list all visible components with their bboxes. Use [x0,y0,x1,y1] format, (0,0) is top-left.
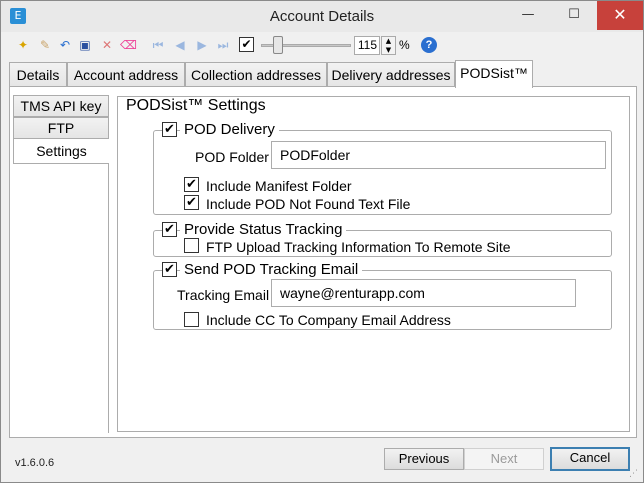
ftp-upload-label: FTP Upload Tracking Information To Remot… [206,239,511,255]
spin-down-icon[interactable]: ▼ [382,46,395,55]
tracking-email-checkbox[interactable]: ✔ [162,262,177,277]
tab-details[interactable]: Details [9,62,67,87]
title-bar: E Account Details — ☐ ✕ [1,1,643,32]
tracking-email-group-label: Send POD Tracking Email [180,261,363,278]
ftp-upload-checkbox[interactable] [184,238,199,253]
include-not-found-label: Include POD Not Found Text File [206,196,411,212]
status-tracking-checkbox[interactable]: ✔ [162,222,177,237]
toolbar: ✦ ✎ ↶ ▣ ✕ ⌫ ⏮ ◀ ▶ ⏭ ✔ 115 ▲ ▼ % ? [1,32,643,58]
next-button[interactable]: Next [464,448,544,470]
include-cc-label: Include CC To Company Email Address [206,312,451,328]
account-details-window: E Account Details — ☐ ✕ ✦ ✎ ↶ ▣ ✕ ⌫ ⏮ ◀ … [0,0,644,483]
pod-delivery-checkbox[interactable]: ✔ [162,122,177,137]
side-tab-ftp[interactable]: FTP [13,117,109,139]
pod-delivery-label: POD Delivery [180,121,279,138]
side-tab-tms-api-key[interactable]: TMS API key [13,95,109,117]
include-cc-checkbox[interactable] [184,312,199,327]
zoom-slider-thumb[interactable] [273,36,283,54]
edit-record-icon[interactable]: ✎ [37,37,53,53]
delete-icon[interactable]: ✕ [99,37,115,53]
undo-icon[interactable]: ↶ [57,37,73,53]
settings-title: PODSist™ Settings [122,97,270,115]
first-record-icon[interactable]: ⏮ [150,37,166,53]
cancel-button[interactable]: Cancel [550,447,630,471]
last-record-icon[interactable]: ⏭ [215,37,231,53]
include-manifest-label: Include Manifest Folder [206,178,352,194]
pod-folder-input[interactable]: PODFolder [271,141,606,169]
eraser-icon[interactable]: ⌫ [120,37,137,53]
previous-record-icon[interactable]: ◀ [172,37,188,53]
status-tracking-label: Provide Status Tracking [180,221,347,238]
tracking-email-label: Tracking Email [177,287,270,303]
spin-up-icon[interactable]: ▲ [382,37,395,46]
pod-folder-label: POD Folder [195,149,269,165]
zoom-unit: % [399,38,410,52]
minimize-button[interactable]: — [505,1,551,30]
side-tab-settings[interactable]: Settings [13,138,109,164]
tab-podsist[interactable]: PODSist™ [455,60,533,88]
zoom-spinner[interactable]: ▲ ▼ [381,36,396,55]
tracking-email-input[interactable]: wayne@renturapp.com [271,279,576,307]
toolbar-checkbox[interactable]: ✔ [239,37,254,52]
main-tabs: Details Account address Collection addre… [1,60,643,88]
include-manifest-checkbox[interactable]: ✔ [184,177,199,192]
close-button[interactable]: ✕ [597,1,643,30]
tab-account-address[interactable]: Account address [67,62,185,87]
new-record-icon[interactable]: ✦ [15,37,31,53]
zoom-input[interactable]: 115 [354,36,380,55]
help-icon[interactable]: ? [421,37,437,53]
maximize-button[interactable]: ☐ [551,1,597,30]
previous-button[interactable]: Previous [384,448,464,470]
tab-collection-addresses[interactable]: Collection addresses [185,62,327,87]
resize-grip-icon[interactable]: ⋰ [629,469,641,481]
version-label: v1.6.0.6 [15,457,55,469]
include-not-found-checkbox[interactable]: ✔ [184,195,199,210]
tab-delivery-addresses[interactable]: Delivery addresses [327,62,455,87]
save-icon[interactable]: ▣ [77,37,93,53]
next-record-icon[interactable]: ▶ [194,37,210,53]
